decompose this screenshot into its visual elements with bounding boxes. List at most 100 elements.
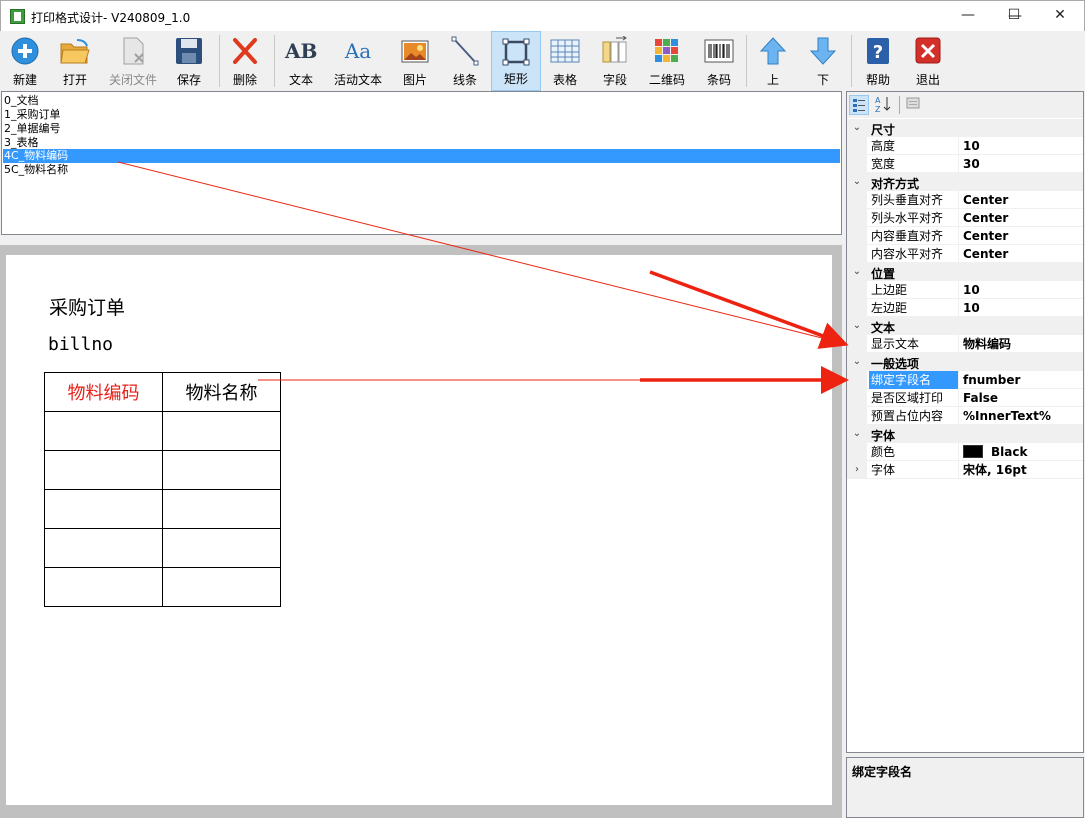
property-row[interactable]: 颜色 Black xyxy=(847,443,1083,461)
help-button[interactable]: ? 帮助 xyxy=(855,31,901,91)
property-name[interactable]: 左边距 xyxy=(869,299,959,317)
property-value[interactable]: %InnerText% xyxy=(963,407,1051,425)
property-row[interactable]: 上边距 10 xyxy=(847,281,1083,299)
property-category[interactable]: ⌄ 字体 xyxy=(847,425,1083,443)
property-name[interactable]: 字体 xyxy=(869,461,959,479)
property-row[interactable]: 内容水平对齐 Center xyxy=(847,245,1083,263)
table-cell[interactable] xyxy=(162,567,281,607)
property-name[interactable]: 是否区域打印 xyxy=(869,389,959,407)
close-file-button[interactable]: 关闭文件 xyxy=(104,31,162,91)
tree-item[interactable]: 3_表格 xyxy=(4,136,39,150)
column-header-material-name[interactable]: 物料名称 xyxy=(162,372,281,412)
table-cell[interactable] xyxy=(162,411,281,451)
line-button[interactable]: 线条 xyxy=(442,31,488,91)
text-button[interactable]: AB 文本 xyxy=(278,31,324,91)
property-name[interactable]: 列头垂直对齐 xyxy=(869,191,959,209)
chevron-down-icon[interactable]: ⌄ xyxy=(847,119,867,137)
property-value[interactable]: False xyxy=(963,389,998,407)
tree-item[interactable]: 5C_物料名称 xyxy=(4,163,68,177)
qrcode-button[interactable]: 二维码 xyxy=(642,31,692,91)
doc-title-text[interactable]: 采购订单 xyxy=(49,293,125,320)
property-row[interactable]: 是否区域打印 False xyxy=(847,389,1083,407)
table-cell[interactable] xyxy=(162,489,281,529)
table-cell[interactable] xyxy=(44,411,163,451)
property-value[interactable]: 30 xyxy=(963,155,980,173)
tree-item[interactable]: 2_单据编号 xyxy=(4,122,61,136)
table-cell[interactable] xyxy=(44,528,163,568)
property-name[interactable]: 显示文本 xyxy=(869,335,959,353)
move-up-button[interactable]: 上 xyxy=(750,31,796,91)
property-row[interactable]: › 字体 宋体, 16pt xyxy=(847,461,1083,479)
tree-item[interactable]: 1_采购订单 xyxy=(4,108,61,122)
exit-button[interactable]: 退出 xyxy=(905,31,951,91)
chevron-right-icon[interactable]: › xyxy=(847,461,867,479)
property-value[interactable]: Center xyxy=(963,191,1008,209)
open-button[interactable]: 打开 xyxy=(52,31,98,91)
image-button[interactable]: 图片 xyxy=(392,31,438,91)
tree-item[interactable]: 0_文档 xyxy=(4,94,39,108)
property-value[interactable]: 宋体, 16pt xyxy=(963,461,1027,479)
close-window-button[interactable]: ✕ xyxy=(1037,0,1083,31)
property-value[interactable]: 10 xyxy=(963,281,980,299)
tree-item-selected[interactable]: 4C_物料编码 xyxy=(3,149,840,163)
minimize-button[interactable]: — xyxy=(945,0,991,31)
property-category[interactable]: ⌄ 尺寸 xyxy=(847,119,1083,137)
new-button[interactable]: 新建 xyxy=(2,31,48,91)
property-row[interactable]: 显示文本 物料编码 xyxy=(847,335,1083,353)
property-category[interactable]: ⌄ 位置 xyxy=(847,263,1083,281)
property-name[interactable]: 绑定字段名 xyxy=(869,371,959,389)
property-row[interactable]: 高度 10 xyxy=(847,137,1083,155)
table-cell[interactable] xyxy=(44,567,163,607)
property-category[interactable]: ⌄ 一般选项 xyxy=(847,353,1083,371)
property-category[interactable]: ⌄ 对齐方式 xyxy=(847,173,1083,191)
chevron-down-icon[interactable]: ⌄ xyxy=(847,263,867,281)
property-pages-icon[interactable] xyxy=(903,95,923,115)
maximize-button[interactable]: ☐ xyxy=(991,0,1037,31)
property-name[interactable]: 高度 xyxy=(869,137,959,155)
categorized-icon[interactable] xyxy=(849,95,869,115)
property-name[interactable]: 上边距 xyxy=(869,281,959,299)
move-down-button[interactable]: 下 xyxy=(800,31,846,91)
chevron-down-icon[interactable]: ⌄ xyxy=(847,173,867,191)
design-canvas[interactable]: 采购订单 billno 物料编码 物料名称 xyxy=(0,245,842,818)
property-row[interactable]: 绑定字段名 fnumber xyxy=(847,371,1083,389)
property-value[interactable]: Black xyxy=(963,443,1027,461)
property-row[interactable]: 宽度 30 xyxy=(847,155,1083,173)
element-tree[interactable]: 0_文档 1_采购订单 2_单据编号 3_表格 4C_物料编码 5C_物料名称 xyxy=(1,91,842,235)
print-page[interactable]: 采购订单 billno 物料编码 物料名称 xyxy=(6,255,832,805)
chevron-down-icon[interactable]: ⌄ xyxy=(847,317,867,335)
property-row[interactable]: 左边距 10 xyxy=(847,299,1083,317)
property-row[interactable]: 列头水平对齐 Center xyxy=(847,209,1083,227)
property-category[interactable]: ⌄ 文本 xyxy=(847,317,1083,335)
property-name[interactable]: 颜色 xyxy=(869,443,959,461)
property-row[interactable]: 内容垂直对齐 Center xyxy=(847,227,1083,245)
items-table[interactable]: 物料编码 物料名称 xyxy=(44,372,281,607)
property-row[interactable]: 预置占位内容 %InnerText% xyxy=(847,407,1083,425)
property-name[interactable]: 列头水平对齐 xyxy=(869,209,959,227)
barcode-button[interactable]: 条码 xyxy=(696,31,742,91)
table-cell[interactable] xyxy=(162,450,281,490)
field-button[interactable]: 字段 xyxy=(592,31,638,91)
property-value[interactable]: 10 xyxy=(963,137,980,155)
chevron-down-icon[interactable]: ⌄ xyxy=(847,353,867,371)
rectangle-button[interactable]: 矩形 xyxy=(491,31,541,91)
property-name[interactable]: 内容垂直对齐 xyxy=(869,227,959,245)
table-cell[interactable] xyxy=(44,450,163,490)
property-value[interactable]: fnumber xyxy=(963,371,1020,389)
property-name[interactable]: 宽度 xyxy=(869,155,959,173)
property-name[interactable]: 内容水平对齐 xyxy=(869,245,959,263)
property-value[interactable]: Center xyxy=(963,209,1008,227)
property-value[interactable]: Center xyxy=(963,227,1008,245)
delete-button[interactable]: 删除 xyxy=(222,31,268,91)
sort-alpha-icon[interactable]: AZ xyxy=(873,95,893,115)
dynamic-text-button[interactable]: Aa 活动文本 xyxy=(328,31,388,91)
table-button[interactable]: 表格 xyxy=(542,31,588,91)
column-header-material-code[interactable]: 物料编码 xyxy=(44,372,163,412)
property-value[interactable]: 物料编码 xyxy=(963,335,1011,353)
bill-number-text[interactable]: billno xyxy=(48,334,113,355)
chevron-down-icon[interactable]: ⌄ xyxy=(847,425,867,443)
property-value[interactable]: Center xyxy=(963,245,1008,263)
property-value[interactable]: 10 xyxy=(963,299,980,317)
property-row[interactable]: 列头垂直对齐 Center xyxy=(847,191,1083,209)
save-button[interactable]: 保存 xyxy=(166,31,212,91)
